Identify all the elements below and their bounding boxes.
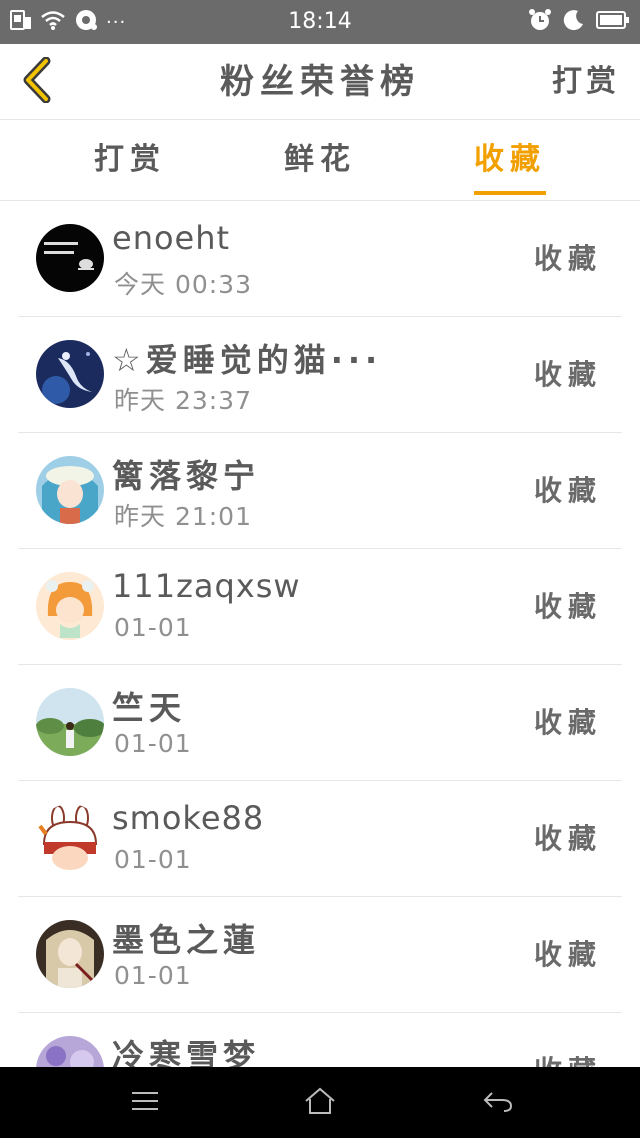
list-item[interactable]: enoeht 今天 00:33 收藏 (18, 201, 622, 317)
page-title: 粉丝荣誉榜 (220, 62, 420, 102)
avatar-dark-anime (36, 920, 104, 988)
action-label: 收藏 (533, 938, 602, 971)
user-name: 墨色之蓮 (112, 921, 261, 959)
list-item[interactable]: 111zaqxsw 01-01 收藏 (18, 549, 622, 665)
avatar-bunny-cartoon (36, 804, 104, 872)
action-time: 01-01 (114, 961, 192, 990)
app-header: 粉丝荣誉榜 打赏 (0, 44, 640, 120)
avatar-outdoor-photo (36, 688, 104, 756)
avatar-purple-flower (36, 1036, 104, 1067)
alarm-icon (528, 8, 552, 36)
user-name: 111zaqxsw (112, 567, 301, 605)
user-name: 篱落黎宁 (112, 457, 261, 495)
moon-icon (562, 8, 586, 36)
list-item[interactable]: 墨色之蓮 01-01 收藏 (18, 897, 622, 1013)
user-name: enoeht (112, 219, 231, 257)
action-label: 收藏 (533, 590, 602, 623)
tab-favorites-label: 收藏 (474, 142, 546, 177)
avatar-blue-bird (36, 340, 104, 408)
tab-flowers[interactable]: 鲜花 (260, 121, 380, 201)
action-label: 收藏 (533, 706, 602, 739)
action-time: 今天 00:33 (114, 270, 252, 299)
list-item[interactable]: 竺天 01-01 收藏 (18, 665, 622, 781)
home-icon (304, 1087, 336, 1119)
avatar-orange-cartoon (36, 572, 104, 640)
menu-button[interactable] (105, 1067, 185, 1138)
avatar-anime-girl (36, 456, 104, 524)
reward-button[interactable]: 打赏 (552, 44, 620, 120)
action-time: 01-01 (114, 729, 192, 758)
back-arrow-icon (482, 1089, 514, 1117)
back-nav-button[interactable] (458, 1067, 538, 1138)
fan-list: enoeht 今天 00:33 收藏 ☆爱睡觉的猫··· 昨天 23:37 收藏… (0, 201, 640, 1067)
user-name: smoke88 (112, 799, 265, 837)
action-label: 收藏 (534, 1013, 602, 1067)
action-label: 收藏 (533, 358, 602, 391)
active-tab-indicator (474, 191, 546, 195)
avatar-black-text (36, 224, 104, 292)
menu-icon (130, 1090, 160, 1116)
action-time: 昨天 23:37 (114, 386, 252, 415)
list-item[interactable]: 冷寒雪梦 收藏 (18, 1013, 622, 1067)
status-right (528, 0, 630, 44)
battery-icon (596, 10, 630, 34)
action-label: 收藏 (533, 474, 602, 507)
status-bar: ··· 18:14 (0, 0, 640, 44)
action-label: 收藏 (533, 822, 602, 855)
action-time: 01-01 (114, 613, 192, 642)
system-navbar (0, 1067, 640, 1138)
action-time: 昨天 21:01 (114, 502, 252, 531)
tab-reward[interactable]: 打赏 (70, 121, 190, 201)
action-time: 01-01 (114, 845, 192, 874)
action-label: 收藏 (533, 242, 602, 275)
user-name: 冷寒雪梦 (112, 1037, 261, 1067)
list-item[interactable]: ☆爱睡觉的猫··· 昨天 23:37 收藏 (18, 317, 622, 433)
tab-favorites[interactable]: 收藏 (450, 121, 570, 201)
user-name: 竺天 (112, 689, 187, 727)
list-item[interactable]: 篱落黎宁 昨天 21:01 收藏 (18, 433, 622, 549)
user-name: ☆爱睡觉的猫··· (112, 341, 383, 379)
tab-bar: 打赏 鲜花 收藏 (0, 121, 640, 201)
home-button[interactable] (280, 1067, 360, 1138)
list-item[interactable]: smoke88 01-01 收藏 (18, 781, 622, 897)
